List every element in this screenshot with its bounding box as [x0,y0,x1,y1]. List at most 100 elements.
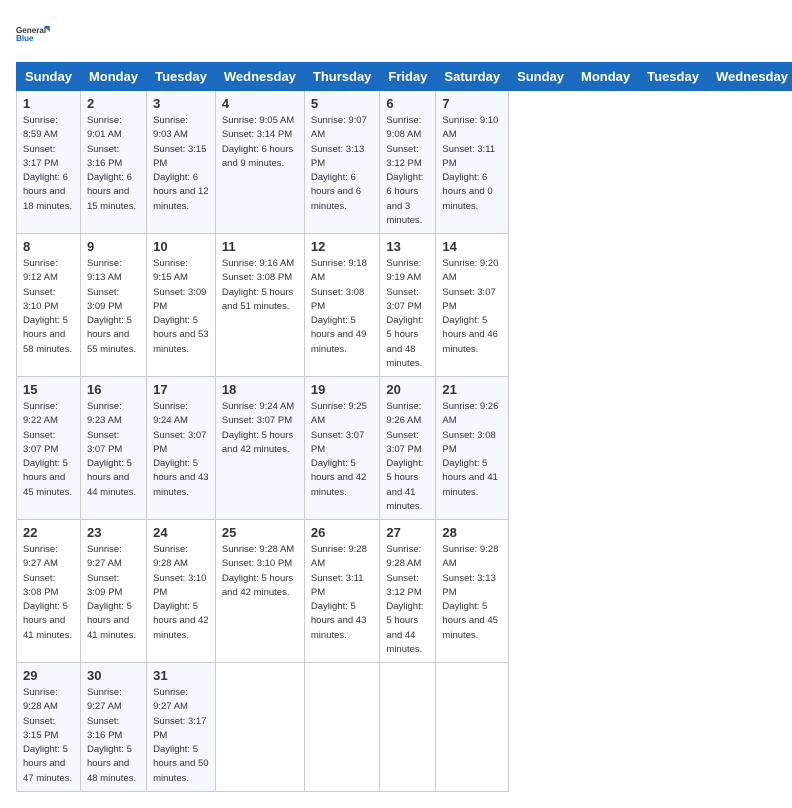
sunset-text: Sunset: 3:08 PM [23,573,58,598]
day-number: 12 [311,239,374,254]
daylight-text: Daylight: 6 hours and 0 minutes. [442,172,492,212]
header-sunday: Sunday [17,63,81,91]
sunset-text: Sunset: 3:13 PM [311,144,364,169]
calendar-cell: 17 Sunrise: 9:24 AM Sunset: 3:07 PM Dayl… [147,377,216,520]
day-number: 9 [87,239,140,254]
calendar-cell: 27 Sunrise: 9:28 AM Sunset: 3:12 PM Dayl… [380,520,436,663]
day-info: Sunrise: 9:28 AM Sunset: 3:12 PM Dayligh… [386,543,429,657]
calendar-cell: 12 Sunrise: 9:18 AM Sunset: 3:08 PM Dayl… [304,234,380,377]
daylight-text: Daylight: 5 hours and 50 minutes. [153,744,208,784]
sunset-text: Sunset: 3:12 PM [386,573,421,598]
daylight-text: Daylight: 6 hours and 18 minutes. [23,172,72,212]
daylight-text: Daylight: 5 hours and 41 minutes. [87,601,136,641]
sunset-text: Sunset: 3:11 PM [442,144,495,169]
day-info: Sunrise: 9:27 AM Sunset: 3:08 PM Dayligh… [23,543,74,643]
svg-text:Blue: Blue [16,34,34,43]
day-number: 19 [311,382,374,397]
calendar-cell: 18 Sunrise: 9:24 AM Sunset: 3:07 PM Dayl… [215,377,304,520]
calendar-cell: 8 Sunrise: 9:12 AM Sunset: 3:10 PM Dayli… [17,234,81,377]
calendar-cell: 19 Sunrise: 9:25 AM Sunset: 3:07 PM Dayl… [304,377,380,520]
day-info: Sunrise: 9:10 AM Sunset: 3:11 PM Dayligh… [442,114,502,214]
svg-text:General: General [16,26,46,35]
calendar-week-3: 15 Sunrise: 9:22 AM Sunset: 3:07 PM Dayl… [17,377,792,520]
sunrise-text: Sunrise: 9:20 AM [442,258,498,283]
daylight-text: Daylight: 6 hours and 9 minutes. [222,144,293,169]
day-number: 31 [153,668,209,683]
daylight-text: Daylight: 5 hours and 46 minutes. [442,315,497,355]
day-info: Sunrise: 9:28 AM Sunset: 3:10 PM Dayligh… [153,543,209,643]
daylight-text: Daylight: 6 hours and 12 minutes. [153,172,208,212]
sunset-text: Sunset: 3:12 PM [386,144,421,169]
daylight-text: Daylight: 6 hours and 3 minutes. [386,172,423,226]
logo-svg: General Blue [16,16,52,52]
daylight-text: Daylight: 5 hours and 42 minutes. [311,458,366,498]
sunset-text: Sunset: 3:07 PM [386,287,421,312]
daylight-text: Daylight: 5 hours and 42 minutes. [222,573,293,598]
daylight-text: Daylight: 5 hours and 53 minutes. [153,315,208,355]
calendar-cell: 25 Sunrise: 9:28 AM Sunset: 3:10 PM Dayl… [215,520,304,663]
sunset-text: Sunset: 3:07 PM [442,287,495,312]
sunrise-text: Sunrise: 9:23 AM [87,401,122,426]
day-number: 14 [442,239,502,254]
daylight-text: Daylight: 5 hours and 41 minutes. [442,458,497,498]
header-monday: Monday [80,63,146,91]
calendar-cell: 11 Sunrise: 9:16 AM Sunset: 3:08 PM Dayl… [215,234,304,377]
calendar-cell: 14 Sunrise: 9:20 AM Sunset: 3:07 PM Dayl… [436,234,509,377]
calendar-cell: 21 Sunrise: 9:26 AM Sunset: 3:08 PM Dayl… [436,377,509,520]
sunrise-text: Sunrise: 9:12 AM [23,258,58,283]
calendar-cell: 4 Sunrise: 9:05 AM Sunset: 3:14 PM Dayli… [215,91,304,234]
daylight-text: Daylight: 5 hours and 42 minutes. [153,601,208,641]
day-number: 4 [222,96,298,111]
calendar-cell [304,663,380,792]
sunrise-text: Sunrise: 9:27 AM [153,687,188,712]
calendar-cell: 20 Sunrise: 9:26 AM Sunset: 3:07 PM Dayl… [380,377,436,520]
day-info: Sunrise: 9:24 AM Sunset: 3:07 PM Dayligh… [153,400,209,500]
sunset-text: Sunset: 3:16 PM [87,716,122,741]
day-info: Sunrise: 9:26 AM Sunset: 3:07 PM Dayligh… [386,400,429,514]
calendar-cell: 6 Sunrise: 9:08 AM Sunset: 3:12 PM Dayli… [380,91,436,234]
day-info: Sunrise: 9:03 AM Sunset: 3:15 PM Dayligh… [153,114,209,214]
day-info: Sunrise: 9:20 AM Sunset: 3:07 PM Dayligh… [442,257,502,357]
day-number: 18 [222,382,298,397]
day-number: 28 [442,525,502,540]
sunrise-text: Sunrise: 9:28 AM [386,544,421,569]
daylight-text: Daylight: 5 hours and 44 minutes. [87,458,136,498]
sunrise-text: Sunrise: 9:15 AM [153,258,188,283]
sunrise-text: Sunrise: 9:24 AM [153,401,188,426]
daylight-text: Daylight: 5 hours and 42 minutes. [222,430,293,455]
day-info: Sunrise: 8:59 AM Sunset: 3:17 PM Dayligh… [23,114,74,214]
calendar-week-2: 8 Sunrise: 9:12 AM Sunset: 3:10 PM Dayli… [17,234,792,377]
sunrise-text: Sunrise: 9:26 AM [442,401,498,426]
page-header: General Blue [16,16,776,52]
day-number: 22 [23,525,74,540]
sunrise-text: Sunrise: 9:08 AM [386,115,421,140]
daylight-text: Daylight: 5 hours and 45 minutes. [23,458,72,498]
header-sunday: Sunday [509,63,573,91]
day-number: 15 [23,382,74,397]
day-info: Sunrise: 9:28 AM Sunset: 3:15 PM Dayligh… [23,686,74,786]
calendar-cell: 9 Sunrise: 9:13 AM Sunset: 3:09 PM Dayli… [80,234,146,377]
day-number: 29 [23,668,74,683]
day-info: Sunrise: 9:16 AM Sunset: 3:08 PM Dayligh… [222,257,298,314]
day-info: Sunrise: 9:26 AM Sunset: 3:08 PM Dayligh… [442,400,502,500]
sunrise-text: Sunrise: 9:13 AM [87,258,122,283]
day-number: 21 [442,382,502,397]
sunset-text: Sunset: 3:09 PM [153,287,206,312]
day-info: Sunrise: 9:13 AM Sunset: 3:09 PM Dayligh… [87,257,140,357]
daylight-text: Daylight: 5 hours and 45 minutes. [442,601,497,641]
sunrise-text: Sunrise: 9:28 AM [311,544,367,569]
sunset-text: Sunset: 3:08 PM [311,287,364,312]
daylight-text: Daylight: 5 hours and 41 minutes. [23,601,72,641]
day-info: Sunrise: 9:27 AM Sunset: 3:17 PM Dayligh… [153,686,209,786]
calendar-cell: 1 Sunrise: 8:59 AM Sunset: 3:17 PM Dayli… [17,91,81,234]
calendar-week-5: 29 Sunrise: 9:28 AM Sunset: 3:15 PM Dayl… [17,663,792,792]
day-number: 5 [311,96,374,111]
day-info: Sunrise: 9:27 AM Sunset: 3:09 PM Dayligh… [87,543,140,643]
sunrise-text: Sunrise: 9:26 AM [386,401,421,426]
sunset-text: Sunset: 3:07 PM [87,430,122,455]
day-info: Sunrise: 9:01 AM Sunset: 3:16 PM Dayligh… [87,114,140,214]
daylight-text: Daylight: 5 hours and 58 minutes. [23,315,72,355]
sunrise-text: Sunrise: 9:10 AM [442,115,498,140]
sunrise-text: Sunrise: 8:59 AM [23,115,58,140]
calendar-cell [436,663,509,792]
